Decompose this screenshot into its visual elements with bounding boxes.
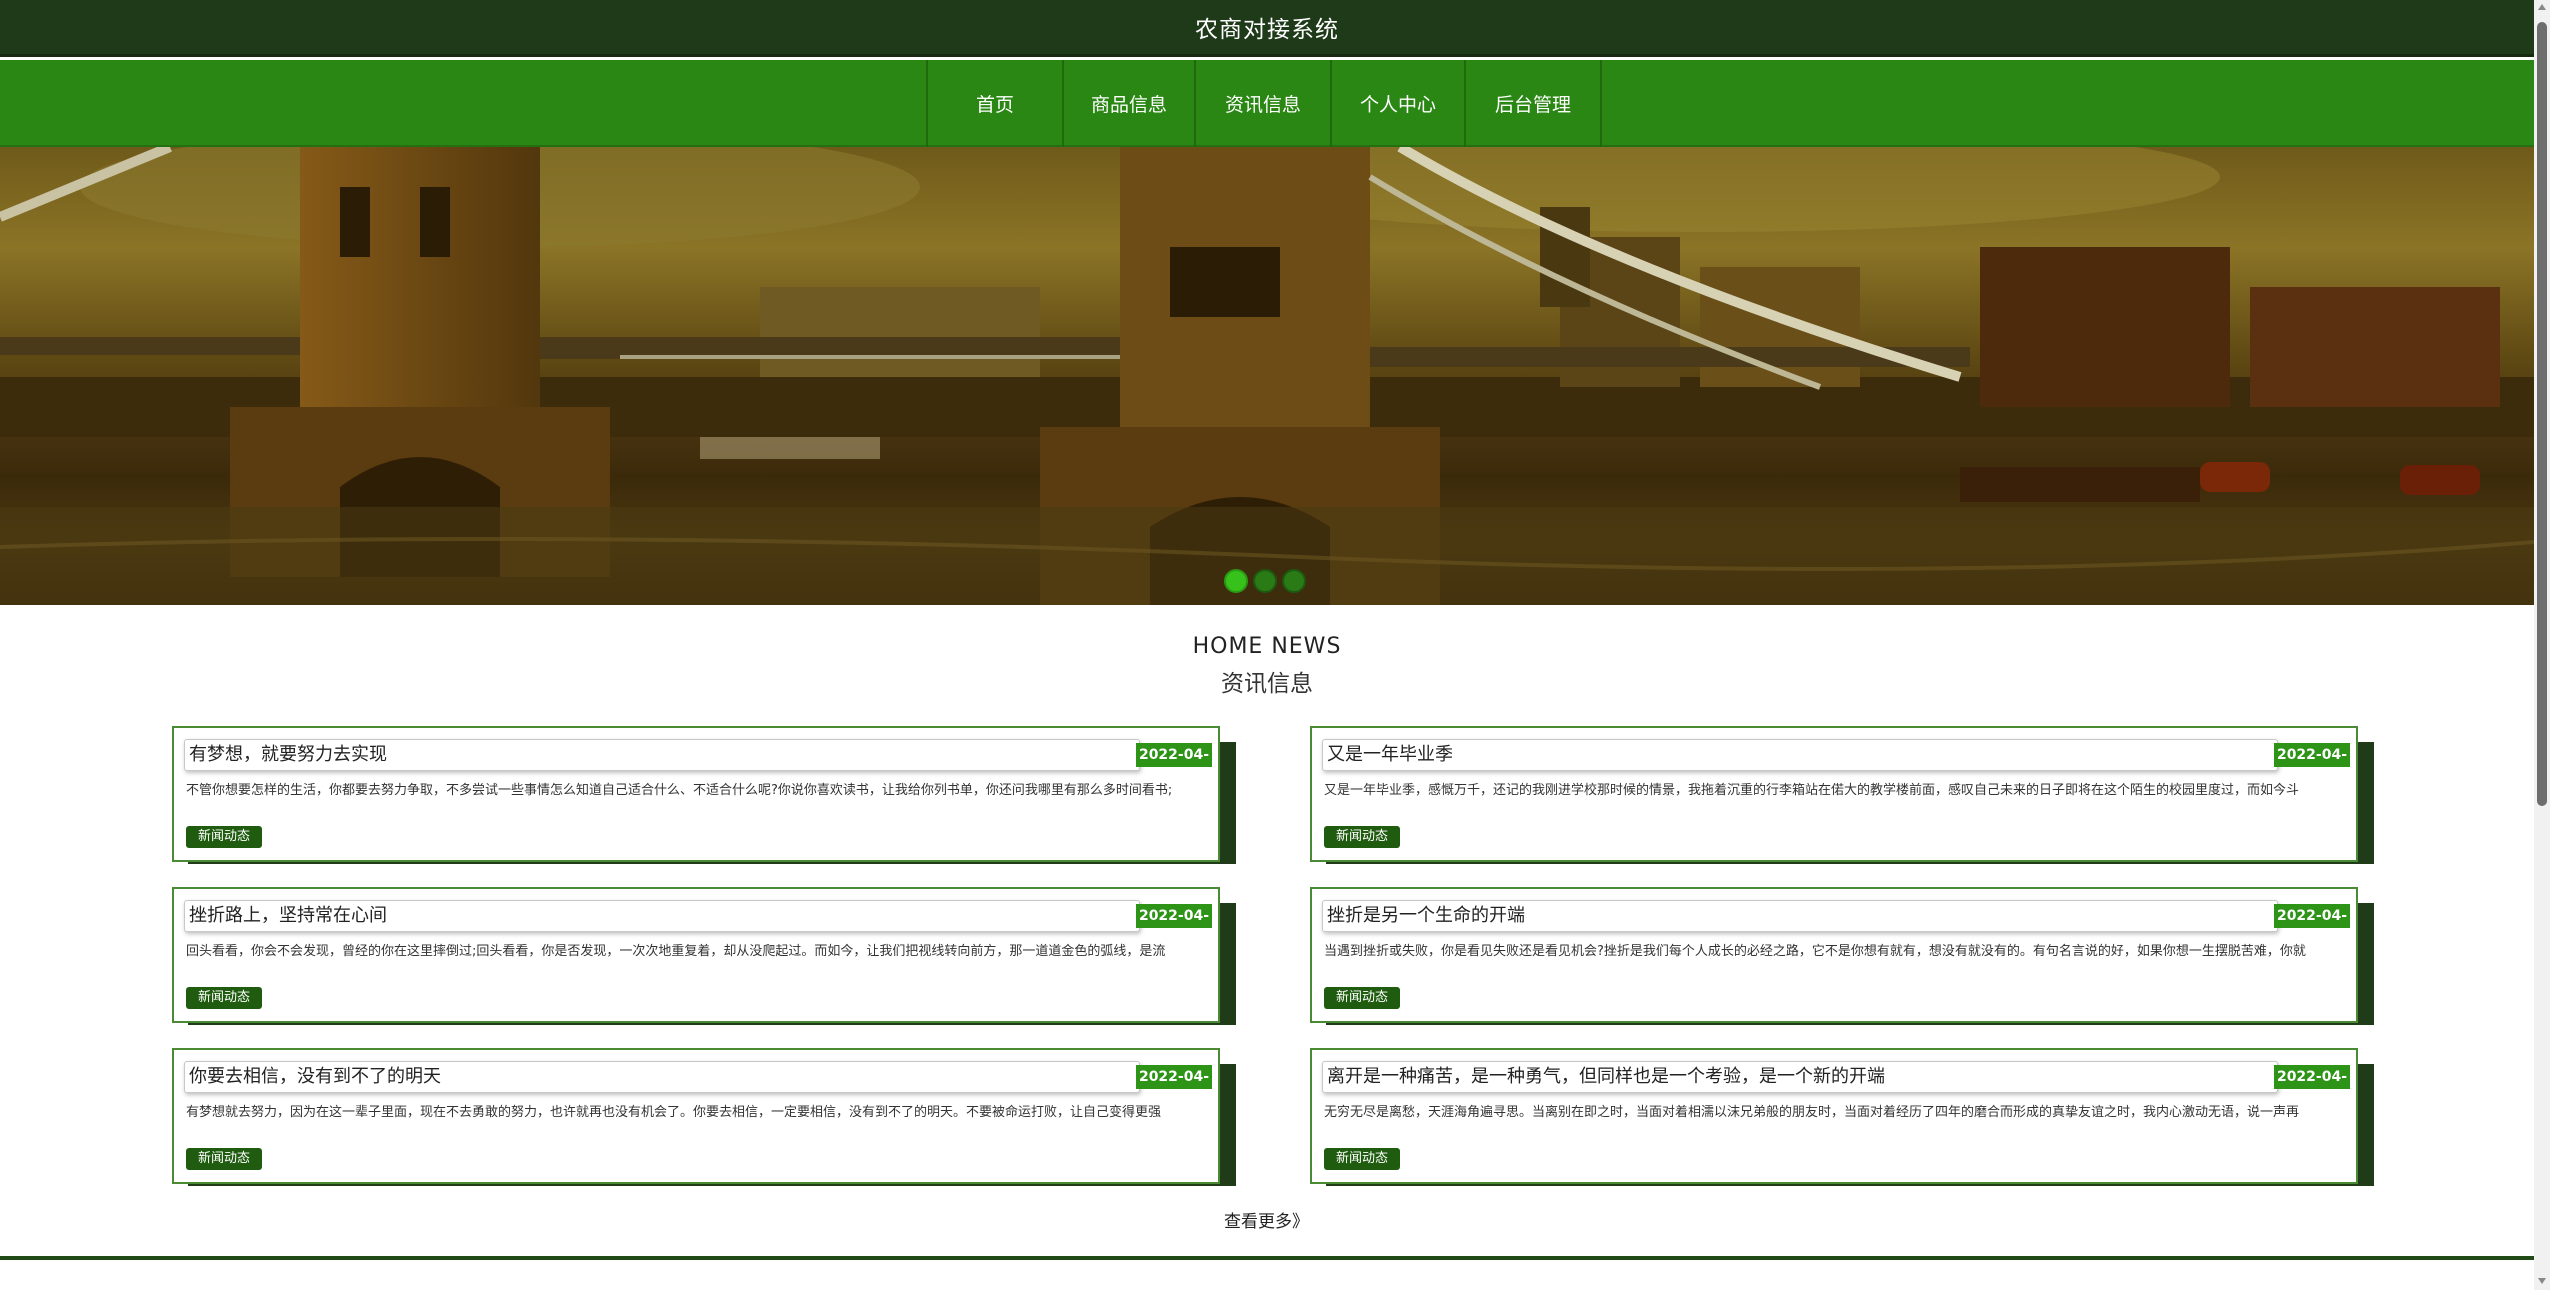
news-card[interactable]: 你要去相信，没有到不了的明天 2022-04-01 有梦想就去努力，因为在这一辈… xyxy=(172,1048,1236,1186)
carousel-dot-2[interactable] xyxy=(1253,569,1277,593)
news-excerpt: 不管你想要怎样的生活，你都要去努力争取，不多尝试一些事情怎么知道自己适合什么、不… xyxy=(186,783,1173,798)
scroll-down-arrow-icon[interactable] xyxy=(2538,1278,2546,1284)
news-card[interactable]: 有梦想，就要努力去实现 2022-04-01 不管你想要怎样的生活，你都要去努力… xyxy=(172,726,1236,864)
news-excerpt: 有梦想就去努力，因为在这一辈子里面，现在不去勇敢的努力，也许就再也没有机会了。你… xyxy=(186,1105,1162,1120)
card-body: 你要去相信，没有到不了的明天 2022-04-01 有梦想就去努力，因为在这一辈… xyxy=(172,1048,1220,1184)
news-title[interactable]: 你要去相信，没有到不了的明天 xyxy=(184,1061,1140,1093)
hero-image xyxy=(0,147,2534,605)
nav-item-home[interactable]: 首页 xyxy=(926,60,1062,147)
news-excerpt: 又是一年毕业季，感慨万千，还记的我刚进学校那时候的情景，我拖着沉重的行李箱站在偌… xyxy=(1324,783,2300,798)
news-title[interactable]: 挫折路上，坚持常在心间 xyxy=(184,900,1140,932)
page-scrollbar[interactable] xyxy=(2534,0,2550,1290)
news-date-badge: 2022-04-01 xyxy=(1136,1065,1212,1109)
news-category-tag[interactable]: 新闻动态 xyxy=(186,1148,262,1170)
scrollbar-thumb[interactable] xyxy=(2537,22,2547,806)
nav-item-news[interactable]: 资讯信息 xyxy=(1194,60,1330,147)
scroll-up-arrow-icon[interactable] xyxy=(2538,4,2546,10)
site-title-bar: 农商对接系统 xyxy=(0,0,2534,57)
card-body: 离开是一种痛苦，是一种勇气，但同样也是一个考验，是一个新的开端 2022-04-… xyxy=(1310,1048,2358,1184)
news-date-badge: 2022-04-01 xyxy=(1136,743,1212,787)
news-excerpt: 无穷无尽是离愁，天涯海角遍寻思。当离别在即之时，当面对着相濡以沫兄弟般的朋友时，… xyxy=(1324,1105,2300,1120)
carousel-dots xyxy=(1224,569,1306,593)
news-title[interactable]: 有梦想，就要努力去实现 xyxy=(184,739,1140,771)
news-card[interactable]: 又是一年毕业季 2022-04-01 又是一年毕业季，感慨万千，还记的我刚进学校… xyxy=(1310,726,2374,864)
news-date-badge: 2022-04-01 xyxy=(1136,904,1212,948)
news-date-badge: 2022-04-01 xyxy=(2274,743,2350,787)
view-more-link[interactable]: 查看更多》 xyxy=(1224,1207,1309,1232)
card-body: 挫折是另一个生命的开端 2022-04-01 当遇到挫折或失败，你是看见失败还是… xyxy=(1310,887,2358,1023)
news-card[interactable]: 挫折是另一个生命的开端 2022-04-01 当遇到挫折或失败，你是看见失败还是… xyxy=(1310,887,2374,1025)
nav-item-profile[interactable]: 个人中心 xyxy=(1330,60,1464,147)
news-date-badge: 2022-04-01 xyxy=(2274,904,2350,948)
card-body: 又是一年毕业季 2022-04-01 又是一年毕业季，感慨万千，还记的我刚进学校… xyxy=(1310,726,2358,862)
news-card[interactable]: 离开是一种痛苦，是一种勇气，但同样也是一个考验，是一个新的开端 2022-04-… xyxy=(1310,1048,2374,1186)
hero-carousel[interactable] xyxy=(0,147,2534,605)
news-category-tag[interactable]: 新闻动态 xyxy=(1324,987,1400,1009)
news-category-tag[interactable]: 新闻动态 xyxy=(1324,1148,1400,1170)
carousel-dot-3[interactable] xyxy=(1282,569,1306,593)
nav-item-products[interactable]: 商品信息 xyxy=(1062,60,1194,147)
section-title-cn: 资讯信息 xyxy=(1221,671,1313,697)
news-title[interactable]: 又是一年毕业季 xyxy=(1322,739,2278,771)
card-body: 挫折路上，坚持常在心间 2022-04-01 回头看看，你会不会发现，曾经的你在… xyxy=(172,887,1220,1023)
news-excerpt: 回头看看，你会不会发现，曾经的你在这里摔倒过;回头看看，你是否发现，一次次地重复… xyxy=(186,944,1166,959)
news-title[interactable]: 离开是一种痛苦，是一种勇气，但同样也是一个考验，是一个新的开端 xyxy=(1322,1061,2278,1093)
news-category-tag[interactable]: 新闻动态 xyxy=(186,826,262,848)
news-category-tag[interactable]: 新闻动态 xyxy=(186,987,262,1009)
site-title: 农商对接系统 xyxy=(1195,17,1339,43)
section-divider xyxy=(0,1256,2534,1260)
news-date-badge: 2022-04-01 xyxy=(2274,1065,2350,1109)
card-body: 有梦想，就要努力去实现 2022-04-01 不管你想要怎样的生活，你都要去努力… xyxy=(172,726,1220,862)
section-title-en: HOME NEWS xyxy=(1192,634,1342,659)
news-excerpt: 当遇到挫折或失败，你是看见失败还是看见机会?挫折是我们每个人成长的必经之路，它不… xyxy=(1324,944,2306,959)
news-title[interactable]: 挫折是另一个生命的开端 xyxy=(1322,900,2278,932)
carousel-dot-1[interactable] xyxy=(1224,569,1248,593)
nav-item-admin[interactable]: 后台管理 xyxy=(1464,60,1602,147)
news-category-tag[interactable]: 新闻动态 xyxy=(1324,826,1400,848)
main-nav: 首页 商品信息 资讯信息 个人中心 后台管理 xyxy=(0,60,2534,147)
news-card[interactable]: 挫折路上，坚持常在心间 2022-04-01 回头看看，你会不会发现，曾经的你在… xyxy=(172,887,1236,1025)
